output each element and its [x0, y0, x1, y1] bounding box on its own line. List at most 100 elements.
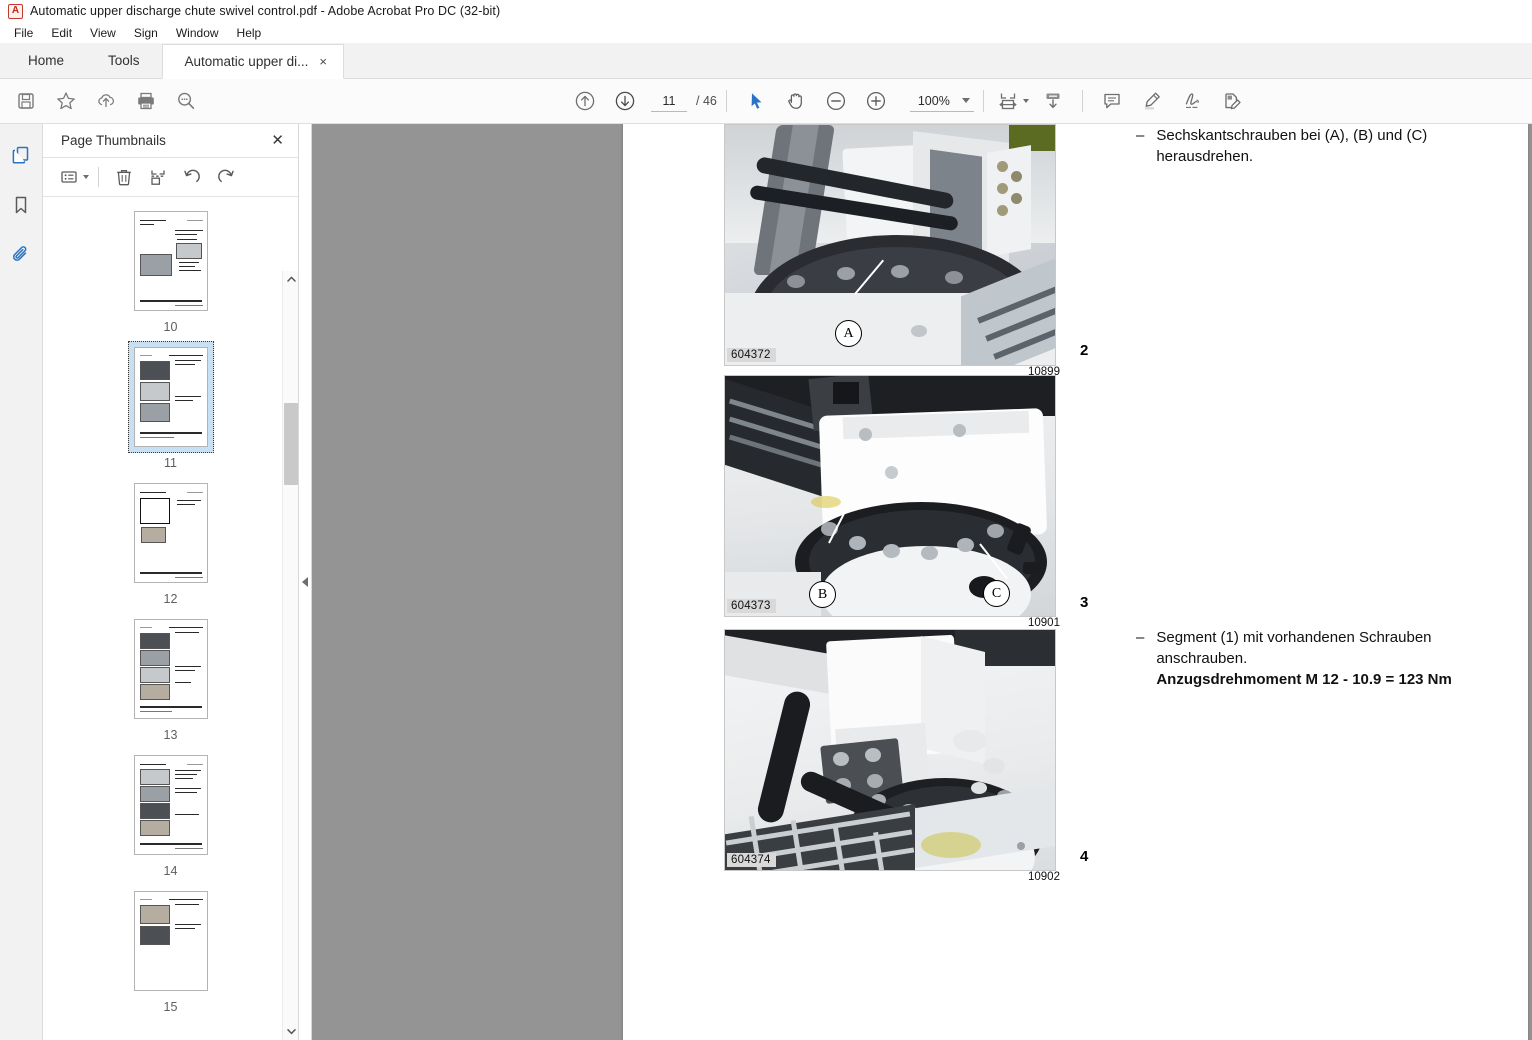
zoom-level-dropdown[interactable]: 100%	[909, 91, 974, 112]
instruction-line: anschrauben.	[1156, 650, 1248, 667]
scroll-mode-button[interactable]	[1033, 82, 1073, 120]
callout-c: C	[983, 580, 1010, 607]
instruction-lines: Sechskantschrauben bei (A), (B) und (C) …	[1156, 125, 1427, 167]
thumbnail-item[interactable]: 13	[128, 613, 214, 742]
rotate-counterclockwise-button[interactable]	[176, 162, 208, 192]
cursor-icon	[751, 93, 762, 109]
torque-spec: Anzugsdrehmoment M 12 - 10.9 = 123 Nm	[1156, 671, 1452, 688]
hand-tool-button[interactable]	[776, 82, 816, 120]
figure-3-photo-id: 604373	[727, 599, 776, 613]
menu-file[interactable]: File	[6, 25, 43, 42]
acrobat-logo-icon: A	[8, 3, 23, 19]
extract-pages-button[interactable]	[142, 162, 174, 192]
add-to-favorites-button[interactable]	[46, 82, 86, 120]
thumbnails-scrollbar[interactable]	[282, 271, 298, 1040]
zoom-in-button[interactable]	[856, 82, 896, 120]
rail-attachments-button[interactable]	[6, 240, 36, 270]
zoom-out-button[interactable]	[816, 82, 856, 120]
panel-title: Page Thumbnails	[61, 133, 166, 148]
rail-bookmarks-button[interactable]	[6, 190, 36, 220]
thumbnail-item-selected[interactable]: 11	[127, 341, 214, 470]
thumbnail-frame	[128, 205, 214, 317]
scroll-up-icon[interactable]	[283, 271, 298, 288]
figure-3-index: 3	[1080, 594, 1089, 611]
thumbnail-item[interactable]: 12	[128, 477, 214, 606]
close-panel-icon[interactable]: ✕	[271, 133, 284, 148]
scrollbar-thumb[interactable]	[284, 403, 298, 485]
thumbnail-frame	[127, 341, 214, 453]
list-dash: –	[1136, 127, 1145, 144]
thumbnails-panel-header: Page Thumbnails ✕	[43, 124, 298, 157]
thumbnail-item[interactable]: 10	[128, 205, 214, 334]
thumbnail-frame	[128, 749, 214, 861]
collapse-left-arrow-icon	[302, 577, 308, 587]
comment-icon	[1104, 93, 1120, 109]
menu-window[interactable]: Window	[168, 25, 229, 42]
thumbnail-page-number: 15	[163, 1000, 178, 1014]
rotate-clockwise-icon	[218, 169, 234, 183]
scroll-down-icon[interactable]	[283, 1023, 298, 1040]
page-number-input[interactable]: 11	[651, 91, 687, 112]
thumbnail-options-button[interactable]	[57, 162, 89, 192]
next-page-button[interactable]	[605, 82, 645, 120]
instruction-lines: Segment (1) mit vorhandenen Schrauben an…	[1156, 627, 1452, 690]
rail-page-thumbnails-button[interactable]	[6, 140, 36, 170]
figure-2: A 604372 2 10899	[724, 124, 1088, 378]
fit-width-button[interactable]	[993, 82, 1033, 120]
tab-document[interactable]: Automatic upper di... ×	[161, 44, 344, 79]
trash-icon	[117, 169, 131, 186]
menu-help[interactable]: Help	[229, 25, 272, 42]
thumbnail-item[interactable]: 15	[128, 885, 214, 1014]
arrow-down-circle-icon	[615, 91, 635, 111]
figure-2-photo-id: 604372	[727, 348, 776, 362]
save-icon	[18, 93, 34, 109]
bookmark-icon	[15, 196, 27, 214]
thumbnail-page-number: 11	[164, 456, 177, 470]
comment-button[interactable]	[1092, 82, 1132, 120]
navigation-rail	[0, 124, 43, 1040]
chevron-down-icon[interactable]	[82, 175, 89, 179]
attachment-icon	[13, 246, 27, 261]
thumbnail-page-preview	[133, 347, 208, 447]
thumbnails-toolbar	[43, 157, 298, 197]
tab-close-icon[interactable]: ×	[317, 54, 329, 69]
chevron-down-icon[interactable]	[1023, 99, 1030, 103]
document-viewer[interactable]: – Sechskantschrauben bei (A), (B) und (C…	[312, 124, 1532, 1040]
highlight-button[interactable]	[1132, 82, 1172, 120]
rotate-counterclockwise-icon	[184, 169, 200, 183]
callout-a: A	[835, 320, 862, 347]
page-thumbnails-icon	[12, 146, 29, 164]
print-button[interactable]	[126, 82, 166, 120]
thumbnails-toolbar-separator	[98, 167, 99, 187]
thumbnail-item[interactable]: 14	[128, 749, 214, 878]
instruction-line: Sechskantschrauben bei (A), (B) und (C)	[1156, 127, 1428, 144]
search-button[interactable]	[166, 82, 206, 120]
upload-to-cloud-button[interactable]	[86, 82, 126, 120]
tab-strip: Home Tools Automatic upper di... ×	[0, 43, 1532, 79]
thumbnail-page-preview	[133, 755, 208, 855]
delete-pages-button[interactable]	[108, 162, 140, 192]
figure-4-index: 4	[1080, 848, 1089, 865]
tab-home[interactable]: Home	[6, 43, 87, 78]
menu-edit[interactable]: Edit	[43, 25, 82, 42]
list-options-icon	[60, 171, 77, 183]
select-tool-button[interactable]	[736, 82, 776, 120]
edit-pdf-button[interactable]	[1212, 82, 1252, 120]
title-bar: A Automatic upper discharge chute swivel…	[0, 0, 1532, 23]
menu-view[interactable]: View	[82, 25, 126, 42]
page-thumbnails-panel: Page Thumbnails ✕ 10 11 12 13 14 15	[43, 124, 299, 1040]
instruction-text-block: – Sechskantschrauben bei (A), (B) und (C…	[1136, 125, 1476, 167]
sign-button[interactable]	[1172, 82, 1212, 120]
fit-width-icon	[999, 93, 1018, 110]
tab-tools[interactable]: Tools	[86, 43, 162, 78]
previous-page-button[interactable]	[565, 82, 605, 120]
menu-sign[interactable]: Sign	[126, 25, 168, 42]
page-total-label: / 46	[696, 94, 717, 108]
panel-collapse-handle[interactable]	[299, 124, 312, 1040]
thumbnail-frame	[128, 613, 214, 725]
instruction-line: Segment (1) mit vorhandenen Schrauben	[1156, 629, 1432, 646]
thumbnail-page-preview	[133, 483, 208, 583]
rotate-clockwise-button[interactable]	[210, 162, 242, 192]
instruction-line: herausdrehen.	[1156, 148, 1254, 165]
save-button[interactable]	[6, 82, 46, 120]
